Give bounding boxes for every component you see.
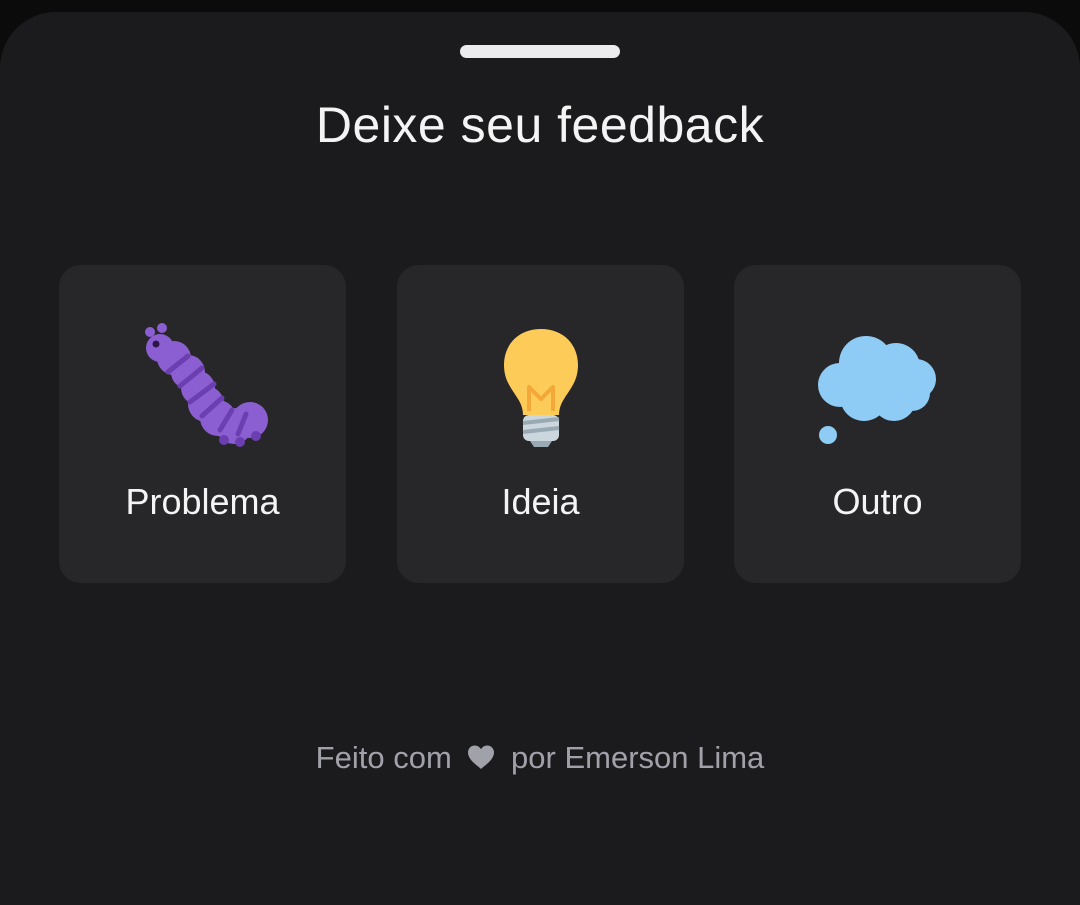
- heart-icon: [468, 745, 495, 769]
- caterpillar-icon: [144, 323, 268, 447]
- option-label: Problema: [125, 481, 280, 522]
- thought-balloon-icon: [817, 336, 936, 444]
- option-ideia-button[interactable]: Ideia: [397, 265, 684, 583]
- footer-prefix: Feito com: [315, 740, 452, 775]
- lightbulb-icon: [503, 329, 578, 447]
- footer-author: por Emerson Lima: [511, 740, 765, 775]
- feedback-type-options: Problema Ideia Outro: [59, 265, 1021, 583]
- option-label: Ideia: [501, 481, 580, 522]
- drag-handle[interactable]: [460, 45, 620, 58]
- page-title: Deixe seu feedback: [315, 97, 765, 153]
- option-outro-button[interactable]: Outro: [734, 265, 1021, 583]
- option-label: Outro: [832, 481, 923, 522]
- feedback-sheet: Deixe seu feedback Problema Ideia Outro …: [0, 12, 1080, 905]
- option-problema-button[interactable]: Problema: [59, 265, 346, 583]
- footer-credit: Feito com por Emerson Lima: [0, 740, 1080, 776]
